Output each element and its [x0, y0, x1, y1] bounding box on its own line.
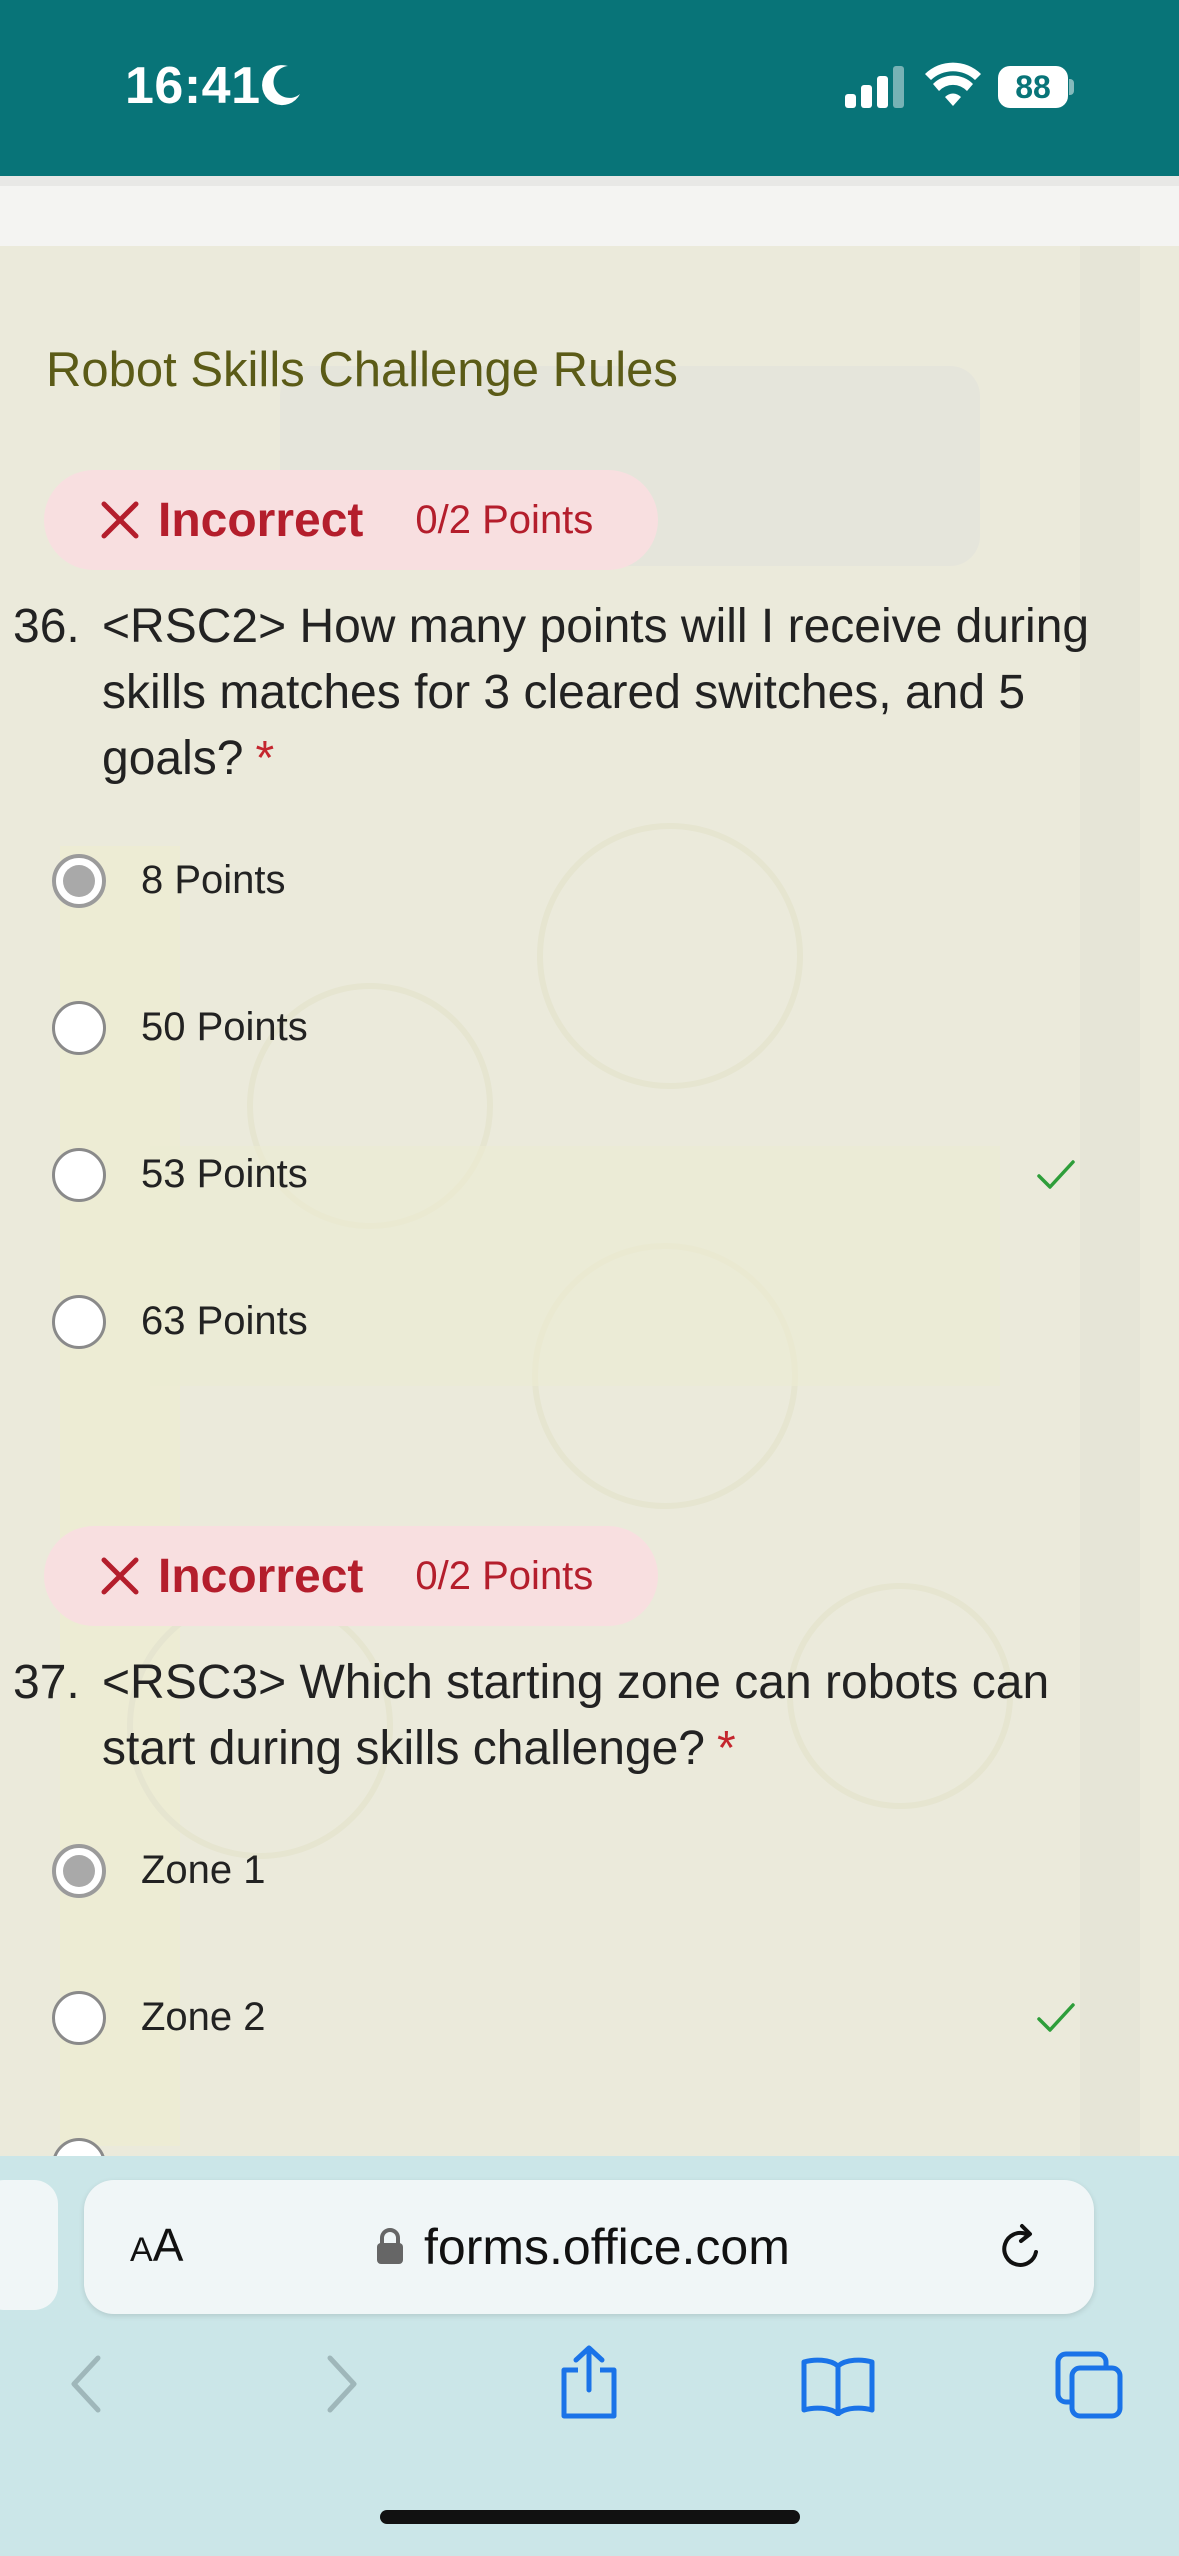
- option-label: Zone 2: [141, 1995, 266, 2039]
- reader-settings-button[interactable]: AA: [130, 2218, 183, 2272]
- forward-icon[interactable]: [322, 2352, 362, 2416]
- question-36: 36. <RSC2> How many points will I receiv…: [0, 594, 1140, 794]
- option-label: 63 Points: [141, 1299, 308, 1343]
- option-50-points[interactable]: 50 Points: [0, 979, 1179, 1079]
- reload-icon[interactable]: [996, 2222, 1046, 2274]
- bookmarks-icon[interactable]: [800, 2356, 876, 2416]
- form-content[interactable]: Robot Skills Challenge Rules Incorrect 0…: [0, 246, 1179, 2156]
- option-63-points[interactable]: 63 Points: [0, 1273, 1179, 1373]
- url-text[interactable]: forms.office.com: [424, 2218, 790, 2276]
- result-label: Incorrect: [158, 493, 364, 547]
- radio-button[interactable]: [52, 2138, 106, 2156]
- battery-level: 88: [998, 66, 1068, 108]
- radio-button[interactable]: [52, 1991, 106, 2045]
- back-icon[interactable]: [66, 2352, 106, 2416]
- share-icon[interactable]: [558, 2344, 620, 2420]
- result-points: 0/2 Points: [415, 497, 594, 542]
- radio-button-selected[interactable]: [52, 1844, 106, 1898]
- option-8-points[interactable]: 8 Points: [0, 832, 1179, 932]
- result-points: 0/2 Points: [415, 1553, 594, 1598]
- home-indicator[interactable]: [380, 2510, 800, 2524]
- option-53-points[interactable]: 53 Points: [0, 1126, 1179, 1226]
- option-label: 8 Points: [141, 858, 286, 902]
- option-zone-2[interactable]: Zone 2: [0, 1969, 1179, 2069]
- radio-button[interactable]: [52, 1295, 106, 1349]
- radio-button-selected[interactable]: [52, 854, 106, 908]
- battery-icon: 88: [998, 66, 1074, 108]
- moon-icon: [262, 65, 300, 106]
- option-zone-1[interactable]: Zone 1: [0, 1822, 1179, 1922]
- option-label: Zone 1: [141, 1848, 266, 1892]
- option-label: 50 Points: [141, 1005, 308, 1049]
- address-bar[interactable]: AA forms.office.com: [84, 2180, 1094, 2314]
- radio-button[interactable]: [52, 1001, 106, 1055]
- close-icon: [101, 501, 139, 539]
- required-mark: *: [716, 1722, 736, 1775]
- signal-icon: [845, 66, 904, 108]
- browser-toolbar: AA forms.office.com: [0, 2156, 1179, 2556]
- section-title: Robot Skills Challenge Rules: [46, 343, 678, 397]
- option-label: 53 Points: [141, 1152, 308, 1196]
- radio-button[interactable]: [52, 1148, 106, 1202]
- status-bar: 16:41 88: [0, 0, 1179, 176]
- tabs-icon[interactable]: [1054, 2350, 1124, 2420]
- status-time: 16:41: [125, 57, 261, 115]
- result-badge: Incorrect 0/2 Points: [44, 1526, 658, 1626]
- option-partially-hidden[interactable]: [0, 2116, 1179, 2156]
- required-mark: *: [255, 732, 275, 785]
- check-icon: [1037, 2003, 1075, 2032]
- close-icon: [101, 1557, 139, 1595]
- check-icon: [1037, 1160, 1075, 1189]
- question-37: 37. <RSC3> Which starting zone can robot…: [0, 1650, 1140, 1790]
- question-number: 36.: [13, 600, 80, 653]
- wifi-icon: [925, 62, 981, 106]
- question-text: <RSC3> Which starting zone can robots ca…: [102, 1656, 1050, 1775]
- page-header-strip: [0, 176, 1179, 256]
- result-label: Incorrect: [158, 1549, 364, 1603]
- lock-icon: [377, 2228, 403, 2264]
- question-number: 37.: [13, 1656, 80, 1709]
- question-text: <RSC2> How many points will I receive du…: [102, 600, 1090, 785]
- result-badge: Incorrect 0/2 Points: [44, 470, 658, 570]
- previous-tab-preview[interactable]: [0, 2180, 58, 2310]
